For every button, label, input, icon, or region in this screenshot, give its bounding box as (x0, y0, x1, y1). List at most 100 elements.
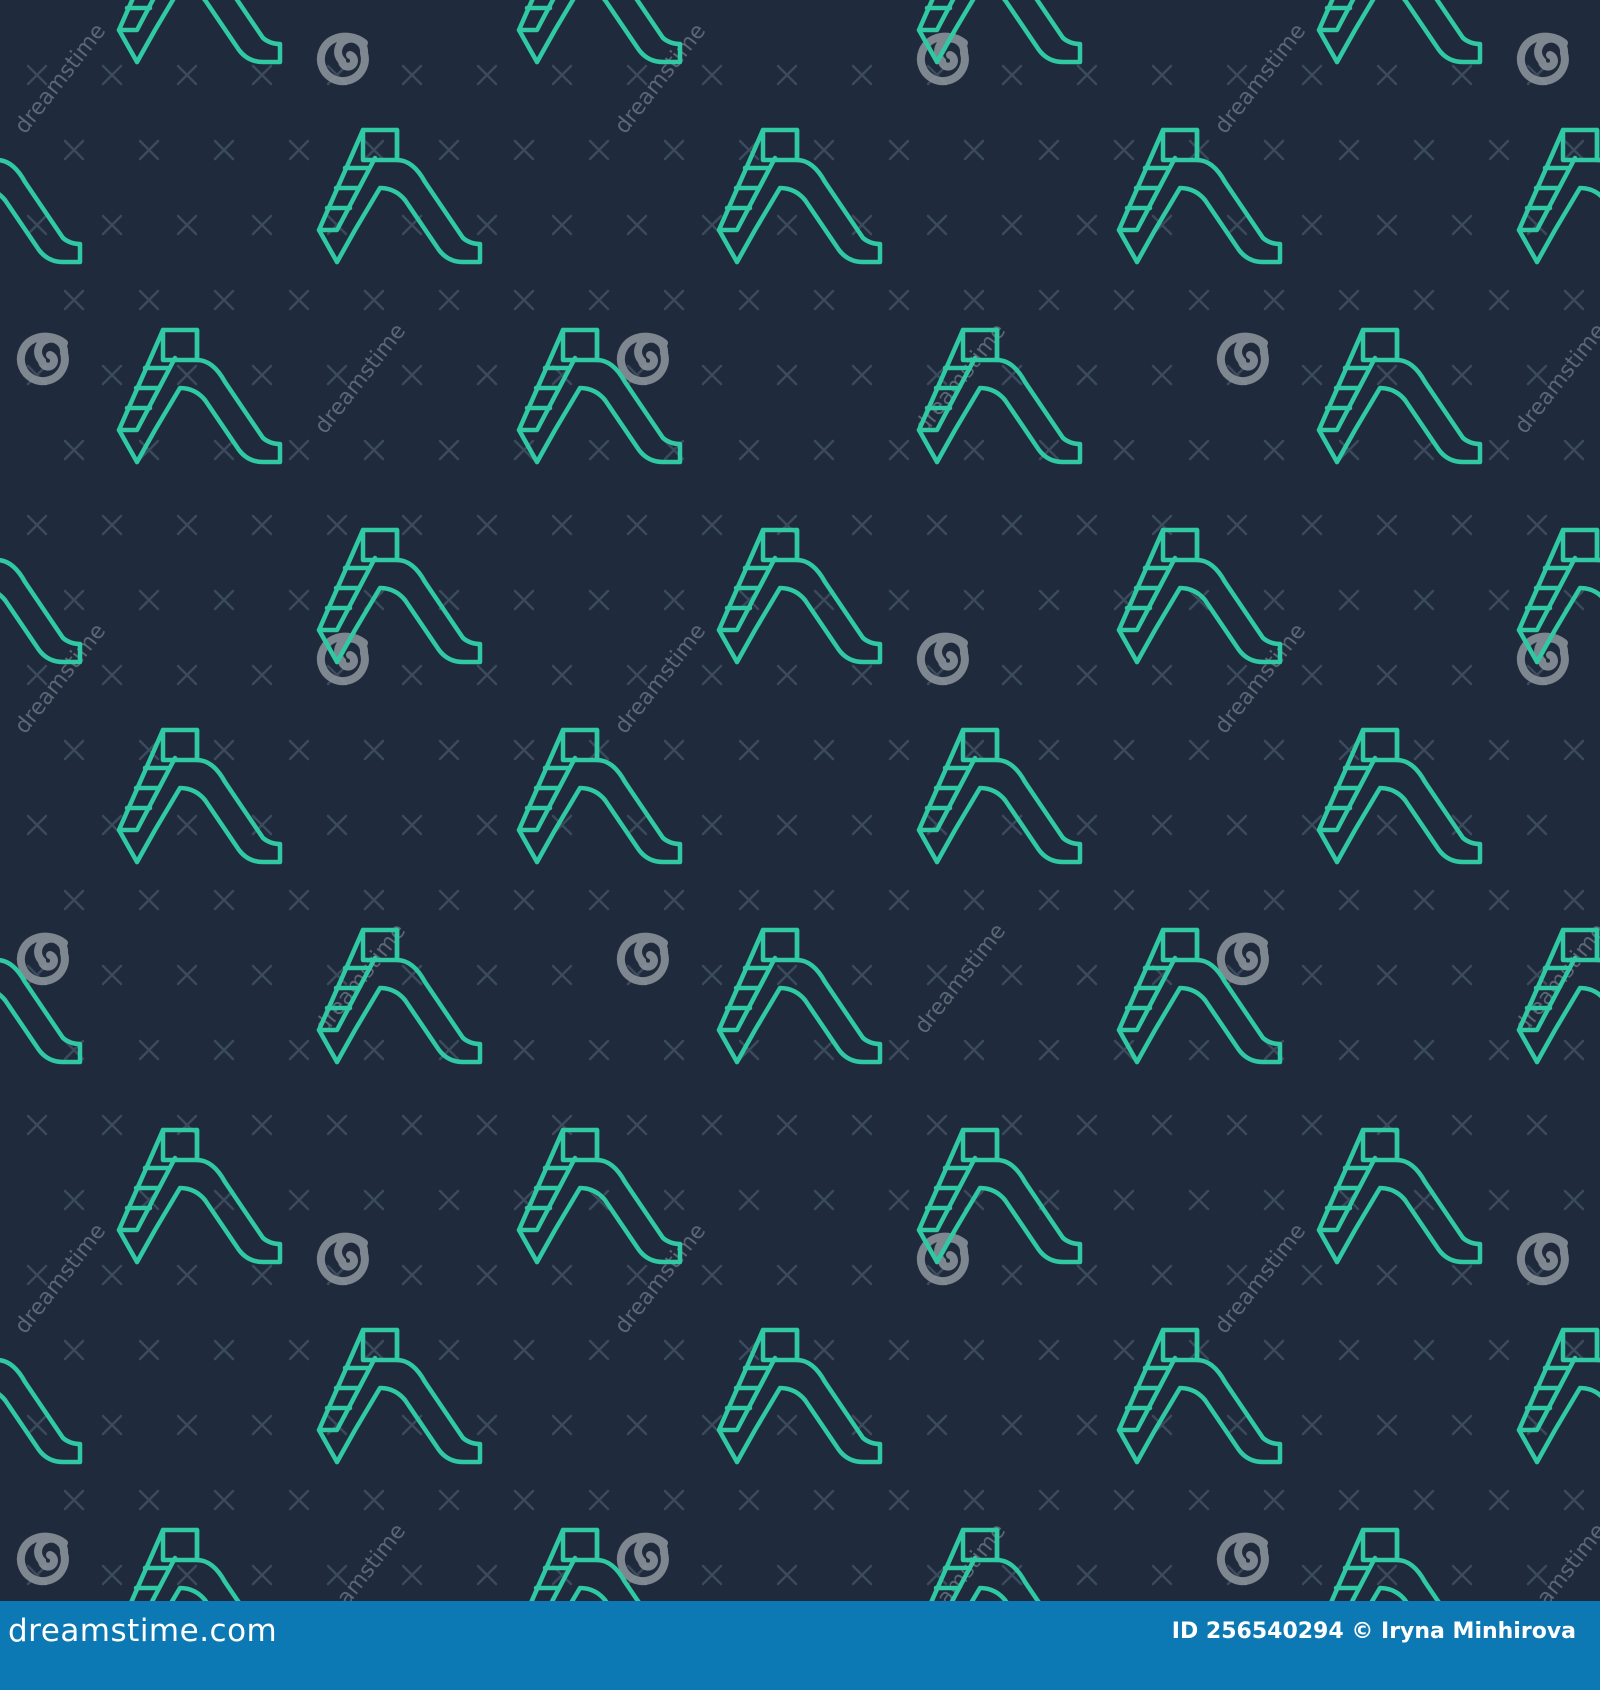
watermark-text: dreamstime (310, 1519, 411, 1601)
cross-mark (1413, 589, 1435, 611)
cross-mark (176, 514, 198, 536)
cross-mark (776, 1564, 798, 1586)
cross-mark (963, 889, 985, 911)
cross-mark (701, 1114, 723, 1136)
cross-mark (363, 439, 385, 461)
spiral-icon (621, 937, 665, 981)
cross-mark (1001, 64, 1023, 86)
slide-icon (519, 330, 680, 462)
cross-mark (513, 1039, 535, 1061)
cross-mark (1488, 589, 1510, 611)
slide-icon (1119, 930, 1280, 1062)
cross-mark (626, 514, 648, 536)
cross-mark (438, 139, 460, 161)
cross-mark (401, 1264, 423, 1286)
cross-mark (438, 739, 460, 761)
cross-mark (701, 514, 723, 536)
cross-mark (776, 1114, 798, 1136)
cross-mark (138, 1339, 160, 1361)
cross-mark (288, 739, 310, 761)
cross-mark (1563, 889, 1585, 911)
cross-mark (1301, 664, 1323, 686)
slide-icon (319, 1330, 480, 1462)
spiral-icon (1521, 37, 1565, 81)
cross-mark (63, 1339, 85, 1361)
cross-mark (1151, 364, 1173, 386)
cross-mark (1526, 1114, 1548, 1136)
cross-mark (213, 1489, 235, 1511)
cross-mark (663, 139, 685, 161)
cross-mark (851, 664, 873, 686)
slide-icon (719, 930, 880, 1062)
cross-mark (401, 1114, 423, 1136)
cross-mark (626, 814, 648, 836)
cross-mark (588, 439, 610, 461)
cross-mark (963, 439, 985, 461)
cross-mark (1413, 1339, 1435, 1361)
cross-mark (401, 664, 423, 686)
cross-mark (1188, 289, 1210, 311)
cross-mark (63, 289, 85, 311)
cross-mark (63, 139, 85, 161)
cross-mark (1451, 1114, 1473, 1136)
cross-mark (1376, 514, 1398, 536)
cross-mark (1076, 664, 1098, 686)
cross-mark (1263, 889, 1285, 911)
cross-mark (1263, 739, 1285, 761)
cross-mark (326, 1114, 348, 1136)
spiral-icon (1221, 937, 1265, 981)
cross-mark (663, 1189, 685, 1211)
cross-mark (213, 439, 235, 461)
cross-mark (851, 1114, 873, 1136)
cross-mark (1151, 1564, 1173, 1586)
slide-icon (1119, 530, 1280, 662)
cross-mark (26, 1414, 48, 1436)
cross-mark (1376, 364, 1398, 386)
spiral-icon (921, 637, 965, 681)
cross-mark (176, 214, 198, 236)
cross-mark (738, 439, 760, 461)
cross-mark (363, 889, 385, 911)
slide-icon (519, 1130, 680, 1262)
slide-icon (0, 530, 80, 662)
cross-mark (438, 1339, 460, 1361)
cross-mark (776, 1414, 798, 1436)
cross-mark (926, 214, 948, 236)
cross-mark (1113, 1189, 1135, 1211)
slide-icon (119, 330, 280, 462)
cross-mark (1076, 364, 1098, 386)
cross-mark (363, 1189, 385, 1211)
cross-mark (1038, 139, 1060, 161)
slide-icon (1319, 1130, 1480, 1262)
cross-mark (701, 964, 723, 986)
cross-mark (1001, 1264, 1023, 1286)
watermark-text: dreamstime (310, 319, 411, 439)
cross-mark (176, 814, 198, 836)
cross-mark (813, 139, 835, 161)
cross-mark (1113, 139, 1135, 161)
cross-mark (1076, 64, 1098, 86)
cross-mark (1563, 1489, 1585, 1511)
cross-mark (176, 1414, 198, 1436)
watermark-text: dreamstime (10, 1219, 111, 1339)
cross-mark (738, 889, 760, 911)
slide-icon (1319, 330, 1480, 462)
cross-mark (476, 64, 498, 86)
cross-mark (663, 289, 685, 311)
cross-mark (63, 1189, 85, 1211)
cross-mark (626, 214, 648, 236)
cross-mark (476, 664, 498, 686)
cross-mark (288, 1339, 310, 1361)
cross-mark (813, 439, 835, 461)
cross-mark (963, 1489, 985, 1511)
cross-mark (1563, 1189, 1585, 1211)
cross-mark (551, 1264, 573, 1286)
cross-mark (1488, 1039, 1510, 1061)
cross-mark (663, 1489, 685, 1511)
cross-mark (1151, 1264, 1173, 1286)
cross-mark (101, 214, 123, 236)
cross-mark (1376, 214, 1398, 236)
cross-mark (401, 514, 423, 536)
cross-mark (251, 1414, 273, 1436)
cross-mark (251, 364, 273, 386)
